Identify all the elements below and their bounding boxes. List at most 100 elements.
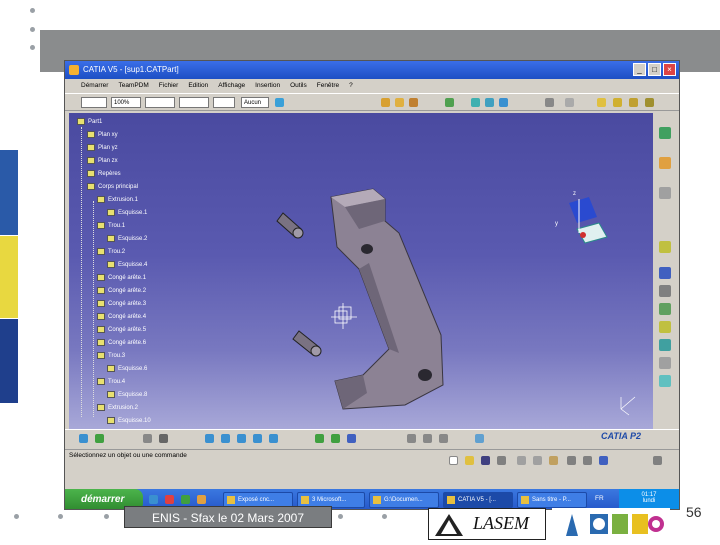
point-icon[interactable] <box>659 213 671 225</box>
table-icon[interactable] <box>159 434 168 443</box>
view-front-icon[interactable] <box>613 98 622 107</box>
draft-icon[interactable] <box>485 98 494 107</box>
exit-workbench-icon[interactable] <box>659 157 671 169</box>
tree-item[interactable]: Repères <box>87 169 121 179</box>
maximize-button[interactable]: □ <box>648 63 661 76</box>
line-icon[interactable] <box>545 98 554 107</box>
shell-icon[interactable] <box>499 98 508 107</box>
copy-icon[interactable] <box>533 456 542 465</box>
tree-item[interactable]: Plan zx <box>87 156 118 166</box>
tree-item[interactable]: Esquisse.6 <box>107 364 147 374</box>
fit-all-icon[interactable] <box>95 434 104 443</box>
rotate-icon[interactable] <box>221 434 230 443</box>
tree-item[interactable]: Esquisse.8 <box>107 390 147 400</box>
line-weight-combo[interactable] <box>179 97 209 108</box>
hole-icon[interactable] <box>409 98 418 107</box>
quicklaunch-app-icon[interactable] <box>181 495 190 504</box>
menu-insertion[interactable]: Insertion <box>255 79 280 93</box>
measure-icon[interactable] <box>659 241 671 253</box>
tree-item[interactable]: Congé arête.2 <box>97 286 146 296</box>
grid-icon[interactable] <box>439 434 448 443</box>
fillet-icon[interactable] <box>445 98 454 107</box>
language-indicator[interactable]: FR <box>595 495 604 502</box>
tree-item[interactable]: Plan xy <box>87 130 118 140</box>
paste-icon[interactable] <box>549 456 558 465</box>
apply-material-icon[interactable] <box>659 321 671 333</box>
quicklaunch-app-icon[interactable] <box>197 495 206 504</box>
fly-mode-icon[interactable] <box>79 434 88 443</box>
cut-icon[interactable] <box>517 456 526 465</box>
tree-item[interactable]: Trou.2 <box>97 247 125 257</box>
tree-item[interactable]: Trou.1 <box>97 221 125 231</box>
task-button[interactable]: G:\Documen... <box>369 492 439 508</box>
transform-icon[interactable] <box>659 357 671 369</box>
menu-outils[interactable]: Outils <box>290 79 307 93</box>
snap-icon[interactable] <box>423 434 432 443</box>
search-icon[interactable] <box>653 456 662 465</box>
print-icon[interactable] <box>497 456 506 465</box>
tree-item[interactable]: Congé arête.4 <box>97 312 146 322</box>
profile-icon[interactable] <box>565 98 574 107</box>
minimize-button[interactable]: _ <box>633 63 646 76</box>
formula-fx-icon[interactable] <box>143 434 152 443</box>
tree-item[interactable]: Extrusion.1 <box>97 195 138 205</box>
tree-item[interactable]: Part1 <box>77 117 102 127</box>
tree-item[interactable]: Congé arête.6 <box>97 338 146 348</box>
3d-viewport[interactable]: z y Part1 Plan xy Plan yz Plan zx Repère… <box>69 113 653 429</box>
zoom-combo[interactable]: 100% <box>111 97 141 108</box>
chamfer-icon[interactable] <box>471 98 480 107</box>
view-iso-icon[interactable] <box>597 98 606 107</box>
menu-teampdm[interactable]: TeamPDM <box>118 79 148 93</box>
task-button[interactable]: Sans titre - P... <box>517 492 587 508</box>
save-icon[interactable] <box>481 456 490 465</box>
menu-edition[interactable]: Edition <box>188 79 208 93</box>
axis-icon[interactable] <box>407 434 416 443</box>
view-shaded-icon[interactable] <box>629 98 638 107</box>
pan-icon[interactable] <box>205 434 214 443</box>
view-render-icon[interactable] <box>645 98 654 107</box>
menu-help[interactable]: ? <box>349 79 353 93</box>
undo-icon[interactable] <box>567 456 576 465</box>
tree-item[interactable]: Congé arête.3 <box>97 299 146 309</box>
constraint-icon[interactable] <box>659 187 671 199</box>
layer-combo[interactable] <box>213 97 235 108</box>
pad-icon[interactable] <box>395 98 404 107</box>
eraser-icon[interactable] <box>475 434 484 443</box>
task-button-active[interactable]: CATIA V5 - [... <box>443 492 513 508</box>
pattern-icon[interactable] <box>659 375 671 387</box>
quicklaunch-media-icon[interactable] <box>165 495 174 504</box>
tree-item[interactable]: Esquisse.10 <box>107 416 151 426</box>
formula-icon[interactable] <box>659 285 671 297</box>
tree-item[interactable]: Congé arête.1 <box>97 273 146 283</box>
tree-item[interactable]: Plan yz <box>87 143 118 153</box>
tree-item[interactable]: Extrusion.2 <box>97 403 138 413</box>
color-combo[interactable] <box>81 97 107 108</box>
swap-view-icon[interactable] <box>331 434 340 443</box>
hide-show-icon[interactable] <box>315 434 324 443</box>
normal-view-icon[interactable] <box>269 434 278 443</box>
update-icon[interactable] <box>347 434 356 443</box>
tree-item[interactable]: Trou.3 <box>97 351 125 361</box>
sketcher-icon[interactable] <box>659 127 671 139</box>
analysis-icon[interactable] <box>659 303 671 315</box>
menu-demarrer[interactable]: Démarrer <box>81 79 108 93</box>
menu-affichage[interactable]: Affichage <box>218 79 245 93</box>
tree-item[interactable]: Corps principal <box>87 182 138 192</box>
tree-item[interactable]: Esquisse.4 <box>107 260 147 270</box>
zoom-out-icon[interactable] <box>253 434 262 443</box>
zoom-in-icon[interactable] <box>237 434 246 443</box>
line-type-combo[interactable] <box>145 97 175 108</box>
menu-fenetre[interactable]: Fenêtre <box>317 79 339 93</box>
menu-fichier[interactable]: Fichier <box>159 79 179 93</box>
paint-icon[interactable] <box>275 98 284 107</box>
parameter-icon[interactable] <box>659 267 671 279</box>
boolean-icon[interactable] <box>659 339 671 351</box>
close-button[interactable]: × <box>663 63 676 76</box>
new-icon[interactable] <box>449 456 458 465</box>
open-icon[interactable] <box>465 456 474 465</box>
tree-item[interactable]: Trou.4 <box>97 377 125 387</box>
quicklaunch-ie-icon[interactable] <box>149 495 158 504</box>
redo-icon[interactable] <box>583 456 592 465</box>
render-mode-combo[interactable]: Aucun <box>241 97 269 108</box>
tree-item[interactable]: Esquisse.1 <box>107 208 147 218</box>
